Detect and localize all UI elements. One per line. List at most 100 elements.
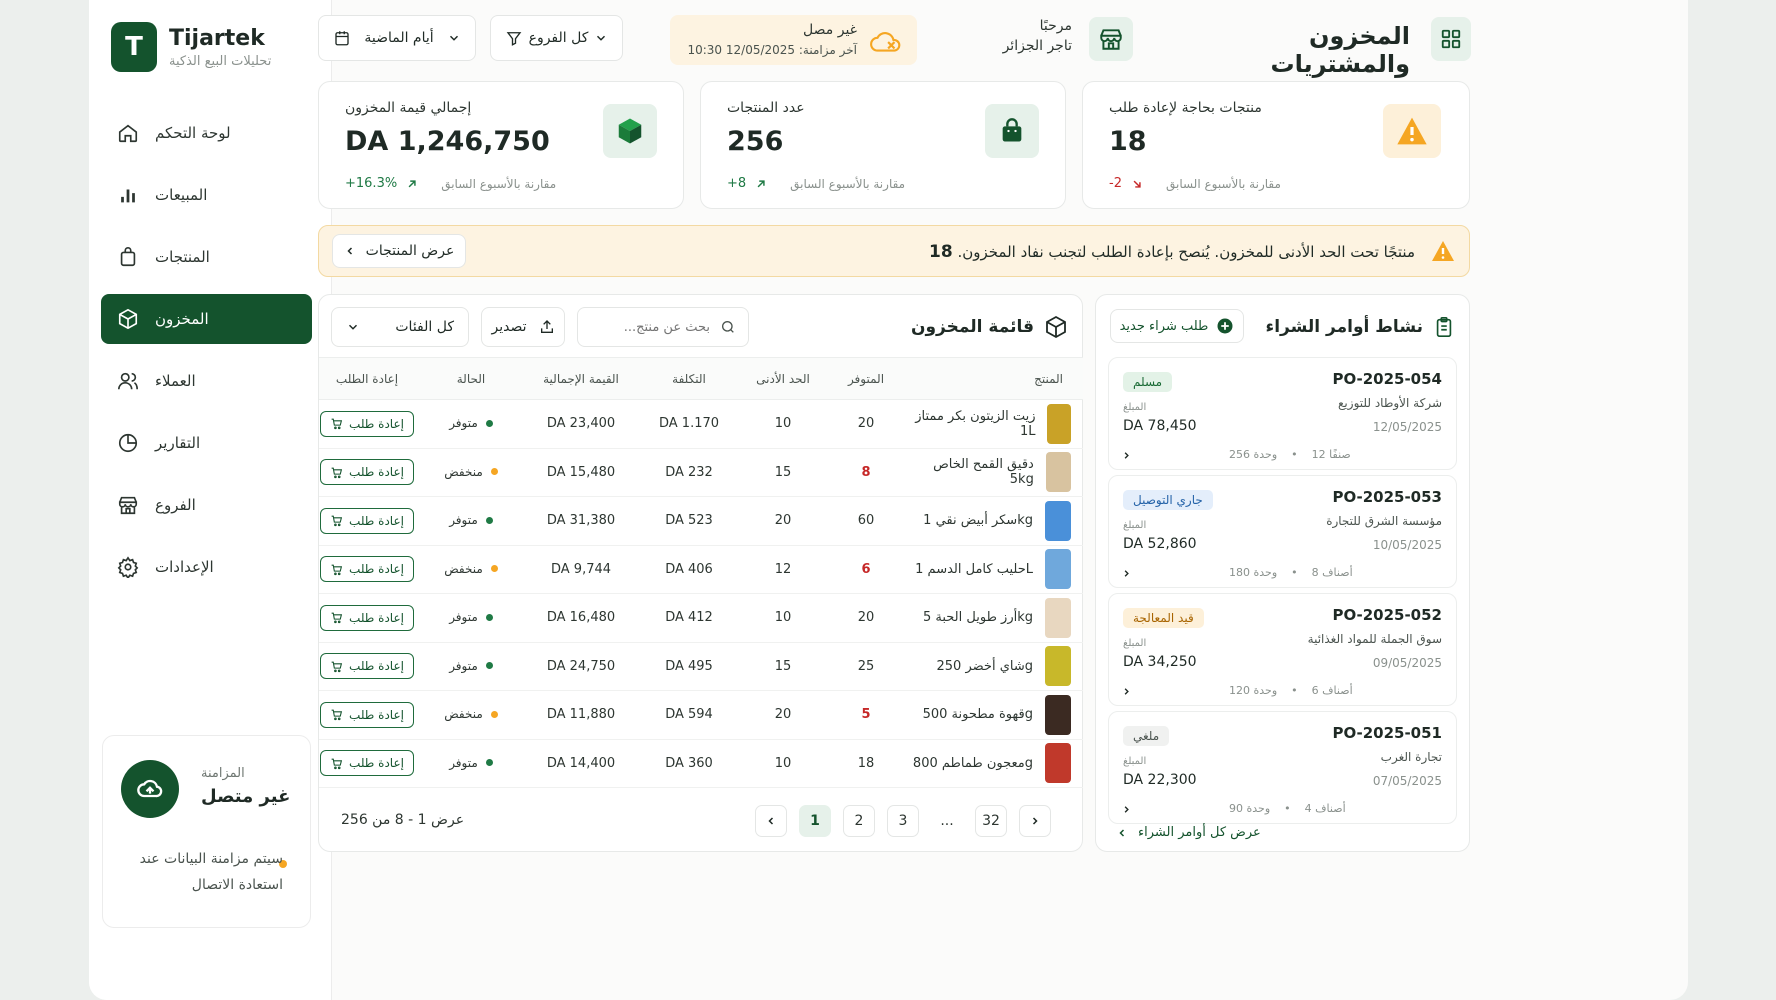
purchase-order-card[interactable]: PO-2025-051 تجارة الغرب 07/05/2025 ملغي المب…	[1108, 711, 1457, 824]
view-products-button[interactable]: عرض المنتجات	[332, 234, 466, 268]
kpi-delta: -2 مقارنة بالأسبوع السابق	[1109, 176, 1281, 191]
po-amount-label: المبلغ	[1123, 756, 1147, 767]
column-header-total: القيمة الإجمالية	[527, 357, 635, 400]
chevron-right-icon[interactable]	[1121, 686, 1132, 697]
sidebar-item-inventory[interactable]: المخزون	[101, 294, 312, 344]
pagination-page-1[interactable]: 1	[799, 805, 831, 837]
cost-cell: DA 412	[635, 593, 743, 643]
chevron-right-icon[interactable]	[1121, 804, 1132, 815]
sidebar-item-settings[interactable]: الإعدادات	[101, 542, 312, 592]
sidebar-item-dashboard[interactable]: لوحة التحكم	[101, 108, 312, 158]
reorder-button[interactable]: إعادة طلب	[320, 653, 414, 680]
reorder-button[interactable]: إعادة طلب	[320, 556, 414, 583]
purchase-order-card[interactable]: PO-2025-054 شركة الأوطاد للتوزيع 12/05/202…	[1108, 357, 1457, 470]
cart-icon	[331, 661, 343, 672]
period-select[interactable]: أيام الماضية	[318, 15, 476, 61]
new-purchase-order-button[interactable]: طلب شراء جديد	[1110, 309, 1244, 343]
po-items: 8 أصناف	[1311, 566, 1353, 579]
arrow-up-right-icon	[757, 179, 765, 187]
qty-cell: 25	[823, 642, 909, 691]
kpi-compare: مقارنة بالأسبوع السابق	[1165, 176, 1281, 191]
product-name: سكر أبيض نقي 1kg	[923, 513, 1033, 529]
min-cell: 12	[743, 545, 823, 594]
reorder-button[interactable]: إعادة طلب	[320, 459, 414, 486]
table-row: إعادة طلب منخفض DA 11,880 DA 594 20 5 قهوة مطح…	[319, 690, 1083, 740]
search-input[interactable]	[590, 319, 710, 335]
status-badge: متوفر	[449, 610, 493, 624]
sync-status-card: المزامنة غير متصل سيتم مزامنة البيانات ع…	[102, 735, 311, 928]
sidebar-item-customers[interactable]: العملاء	[101, 356, 312, 406]
branches-select[interactable]: كل الفروع	[490, 15, 623, 61]
reorder-button[interactable]: إعادة طلب	[320, 701, 414, 728]
po-amount: DA 22,300	[1123, 772, 1197, 788]
sidebar-item-label: العملاء	[155, 372, 196, 390]
table-header-row: إعادة الطلب الحالة القيمة الإجمالية التك…	[319, 357, 1083, 400]
status-cell: منخفض	[415, 690, 527, 740]
pie-chart-icon	[118, 433, 138, 453]
gear-icon	[117, 556, 139, 578]
status-text: متوفر	[449, 610, 478, 625]
status-cell: منخفض	[415, 448, 527, 497]
clipboard-icon	[1436, 317, 1452, 337]
sidebar-item-label: لوحة التحكم	[155, 124, 231, 142]
chevron-right-icon	[1032, 817, 1038, 825]
total-cell: DA 9,744	[527, 545, 635, 594]
sidebar-item-products[interactable]: المنتجات	[101, 232, 312, 282]
reorder-label: إعادة طلب	[349, 610, 404, 625]
product-name: شاي أخضر 250g	[936, 658, 1033, 674]
po-number: PO-2025-052	[1332, 606, 1442, 624]
status-text: منخفض	[444, 707, 483, 722]
sync-value: غير متصل	[201, 786, 291, 807]
pagination-page-2[interactable]: 2	[843, 805, 875, 837]
reorder-button[interactable]: إعادة طلب	[320, 750, 414, 777]
status-text: متوفر	[449, 658, 478, 673]
po-units: 256 وحدة	[1229, 448, 1278, 461]
status-badge: منخفض	[444, 562, 498, 576]
sidebar-item-label: التقارير	[155, 434, 201, 452]
pagination-page-last[interactable]: 32	[975, 805, 1007, 837]
pagination-prev[interactable]	[755, 805, 787, 837]
sidebar-item-branches[interactable]: الفروع	[101, 480, 312, 530]
chevron-right-icon[interactable]	[1121, 568, 1132, 579]
view-all-purchase-orders-link[interactable]: عرض كل أوامر الشراء	[1116, 825, 1261, 840]
reorder-button[interactable]: إعادة طلب	[320, 410, 414, 437]
calendar-icon	[335, 31, 349, 46]
reorder-cell: إعادة طلب	[319, 545, 415, 594]
warning-icon	[1432, 241, 1454, 261]
purchase-title: نشاط أوامر الشراء	[1265, 317, 1423, 337]
export-button[interactable]: تصدير	[481, 307, 565, 347]
chevron-left-icon	[347, 247, 352, 255]
po-units: 120 وحدة	[1229, 684, 1278, 697]
brand[interactable]: T Tijartek تحليلات البيع الذكية	[111, 22, 271, 72]
product-thumbnail	[1045, 694, 1071, 735]
chevron-right-icon[interactable]	[1121, 450, 1132, 461]
search-icon	[722, 321, 734, 333]
kpi-label: منتجات بحاجة لإعادة طلب	[1109, 100, 1262, 116]
pagination-page-3[interactable]: 3	[887, 805, 919, 837]
reorder-button[interactable]: إعادة طلب	[320, 507, 414, 534]
inventory-panel: قائمة المخزون تصدير كل الفئات إعادة الطل…	[318, 294, 1083, 852]
kpi-inventory-value: إجمالي قيمة المخزون DA 1,246,750 +16.3% …	[318, 81, 684, 209]
reorder-label: إعادة طلب	[349, 513, 404, 528]
reorder-button[interactable]: إعادة طلب	[320, 604, 414, 631]
po-amount: DA 34,250	[1123, 654, 1197, 670]
purchase-order-card[interactable]: PO-2025-053 مؤسسة الشرق للتجارة 10/05/2025…	[1108, 475, 1457, 588]
product-name: دقيق القمح الخاص 5kg	[933, 457, 1034, 488]
qty-cell: 18	[823, 739, 909, 788]
store-icon[interactable]	[1089, 17, 1133, 61]
status-badge: منخفض	[444, 707, 498, 721]
kpi-delta-value: +16.3%	[345, 176, 398, 191]
po-date: 09/05/2025	[1372, 656, 1442, 670]
po-items: 6 أصناف	[1311, 684, 1353, 697]
category-select[interactable]: كل الفئات	[331, 307, 469, 347]
po-units: 90 وحدة	[1229, 802, 1271, 815]
purchase-order-card[interactable]: PO-2025-052 سوق الجملة للمواد الغذائية 09/…	[1108, 593, 1457, 706]
search-box[interactable]	[577, 307, 749, 347]
grid-icon[interactable]	[1431, 17, 1471, 61]
product-cell: سكر أبيض نقي 1kg	[909, 496, 1083, 546]
cart-icon	[331, 515, 343, 527]
category-select-label: كل الفئات	[395, 319, 454, 335]
sidebar-item-sales[interactable]: المبيعات	[101, 170, 312, 220]
pagination-next[interactable]	[1019, 805, 1051, 837]
sidebar-item-reports[interactable]: التقارير	[101, 418, 312, 468]
